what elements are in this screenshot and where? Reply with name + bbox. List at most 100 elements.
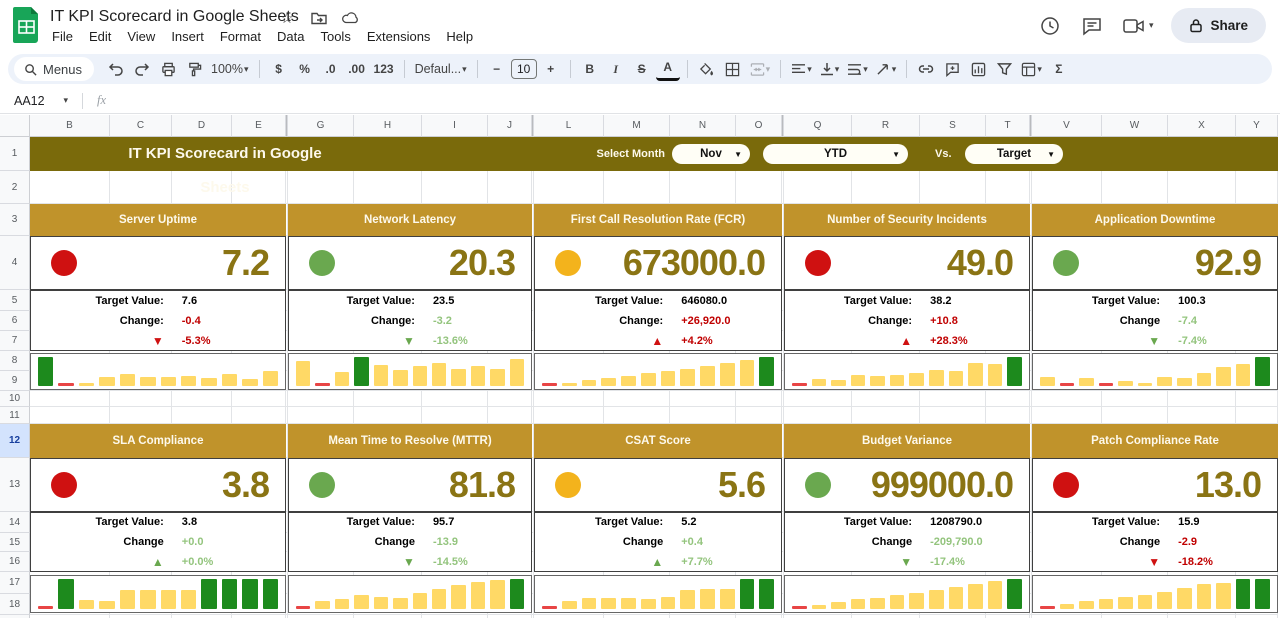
paint-format-button[interactable]	[182, 57, 206, 81]
insert-comment-button[interactable]	[940, 57, 964, 81]
text-wrap-button[interactable]: ▾	[844, 57, 871, 81]
functions-button[interactable]: Σ	[1047, 57, 1071, 81]
font-select[interactable]: Defaul...▾	[412, 57, 470, 81]
spark-bar	[1060, 604, 1075, 609]
menu-tools[interactable]: Tools	[312, 27, 358, 46]
column-header-E[interactable]: E	[232, 115, 286, 137]
column-header-Q[interactable]: Q	[784, 115, 852, 137]
name-box[interactable]: AA12 ▾	[0, 94, 76, 108]
text-rotation-button[interactable]: ▾	[873, 57, 900, 81]
row-header-1[interactable]: 1	[0, 137, 30, 171]
row-header-13[interactable]: 13	[0, 458, 30, 512]
insert-link-button[interactable]	[914, 57, 938, 81]
row-header-12[interactable]: 12	[0, 424, 30, 458]
comment-history-icon[interactable]	[1080, 14, 1104, 38]
trend-arrow-icon: ▲	[785, 334, 924, 348]
compare-dropdown[interactable]: Target ▼	[965, 144, 1063, 164]
column-header-S[interactable]: S	[920, 115, 986, 137]
column-header-H[interactable]: H	[354, 115, 422, 137]
merge-cells-button[interactable]: ▾	[747, 57, 774, 81]
row-header-15[interactable]: 15	[0, 533, 30, 552]
column-header-N[interactable]: N	[670, 115, 736, 137]
spark-bar	[181, 590, 196, 609]
table-views-button[interactable]: ▾	[1018, 57, 1045, 81]
insert-chart-button[interactable]	[966, 57, 990, 81]
more-formats-button[interactable]: 123	[371, 57, 397, 81]
column-header-V[interactable]: V	[1032, 115, 1102, 137]
strikethrough-button[interactable]: S	[630, 57, 654, 81]
decrease-decimals-button[interactable]: .0	[319, 57, 343, 81]
borders-button[interactable]	[721, 57, 745, 81]
column-header-J[interactable]: J	[488, 115, 532, 137]
undo-button[interactable]	[104, 57, 128, 81]
zoom-select[interactable]: 100%▾	[208, 57, 252, 81]
row-header-8[interactable]: 8	[0, 351, 30, 371]
star-icon[interactable]: ☆	[278, 9, 296, 27]
move-to-folder-icon[interactable]	[310, 9, 328, 27]
vertical-align-button[interactable]: ▾	[817, 57, 843, 81]
share-button[interactable]: Share	[1171, 8, 1266, 43]
column-header-Y[interactable]: Y	[1236, 115, 1278, 137]
version-history-icon[interactable]	[1038, 14, 1062, 38]
format-percent-button[interactable]: %	[293, 57, 317, 81]
horizontal-align-button[interactable]: ▾	[788, 57, 815, 81]
format-currency-button[interactable]: $	[267, 57, 291, 81]
row-header-7[interactable]: 7	[0, 331, 30, 351]
meet-button[interactable]: ▾	[1122, 16, 1154, 36]
column-header-L[interactable]: L	[534, 115, 604, 137]
row-header-5[interactable]: 5	[0, 290, 30, 311]
column-header-I[interactable]: I	[422, 115, 488, 137]
print-button[interactable]	[156, 57, 180, 81]
row-header-14[interactable]: 14	[0, 512, 30, 533]
column-header-G[interactable]: G	[288, 115, 354, 137]
menu-data[interactable]: Data	[269, 27, 312, 46]
select-all-corner[interactable]	[0, 115, 30, 137]
column-header-W[interactable]: W	[1102, 115, 1168, 137]
decrease-font-size-button[interactable]: −	[485, 57, 509, 81]
row-header-17[interactable]: 17	[0, 572, 30, 594]
column-header-B[interactable]: B	[30, 115, 110, 137]
column-header-R[interactable]: R	[852, 115, 920, 137]
italic-button[interactable]: I	[604, 57, 628, 81]
column-header-M[interactable]: M	[604, 115, 670, 137]
column-header-O[interactable]: O	[736, 115, 782, 137]
row-header-10[interactable]: 10	[0, 391, 30, 407]
period-dropdown[interactable]: YTD ▼	[763, 144, 908, 164]
formula-input[interactable]	[106, 88, 1280, 113]
column-header-X[interactable]: X	[1168, 115, 1236, 137]
spark-bar	[335, 372, 349, 387]
menu-help[interactable]: Help	[438, 27, 481, 46]
row-header-6[interactable]: 6	[0, 311, 30, 331]
cloud-status-icon[interactable]	[342, 9, 360, 27]
column-header-D[interactable]: D	[172, 115, 232, 137]
row-header-18[interactable]: 18	[0, 594, 30, 615]
increase-font-size-button[interactable]: +	[539, 57, 563, 81]
create-filter-button[interactable]	[992, 57, 1016, 81]
column-header-T[interactable]: T	[986, 115, 1030, 137]
menu-format[interactable]: Format	[212, 27, 269, 46]
menu-edit[interactable]: Edit	[81, 27, 119, 46]
row-header-4[interactable]: 4	[0, 236, 30, 290]
text-color-button[interactable]: A	[656, 57, 680, 81]
toolbar-search-menus[interactable]: Menus	[14, 57, 94, 81]
fill-color-button[interactable]	[695, 57, 719, 81]
row-header-9[interactable]: 9	[0, 371, 30, 391]
month-dropdown[interactable]: Nov ▼	[672, 144, 750, 164]
row-header-2[interactable]: 2	[0, 171, 30, 204]
document-title[interactable]: IT KPI Scorecard in Google Sheets	[50, 8, 299, 26]
menu-view[interactable]: View	[119, 27, 163, 46]
column-header-C[interactable]: C	[110, 115, 172, 137]
row-header-11[interactable]: 11	[0, 407, 30, 424]
row-header-16[interactable]: 16	[0, 552, 30, 572]
sheets-logo-icon[interactable]	[13, 7, 40, 43]
increase-decimals-button[interactable]: .00	[345, 57, 369, 81]
menu-file[interactable]: File	[44, 27, 81, 46]
menu-extensions[interactable]: Extensions	[359, 27, 439, 46]
row-header-3[interactable]: 3	[0, 204, 30, 236]
cell-reference: AA12	[14, 94, 45, 108]
redo-button[interactable]	[130, 57, 154, 81]
font-size-input[interactable]: 10	[511, 59, 537, 79]
menu-insert[interactable]: Insert	[163, 27, 212, 46]
sheet-content[interactable]: IT KPI Scorecard in Google Sheets Select…	[30, 137, 1280, 618]
bold-button[interactable]: B	[578, 57, 602, 81]
